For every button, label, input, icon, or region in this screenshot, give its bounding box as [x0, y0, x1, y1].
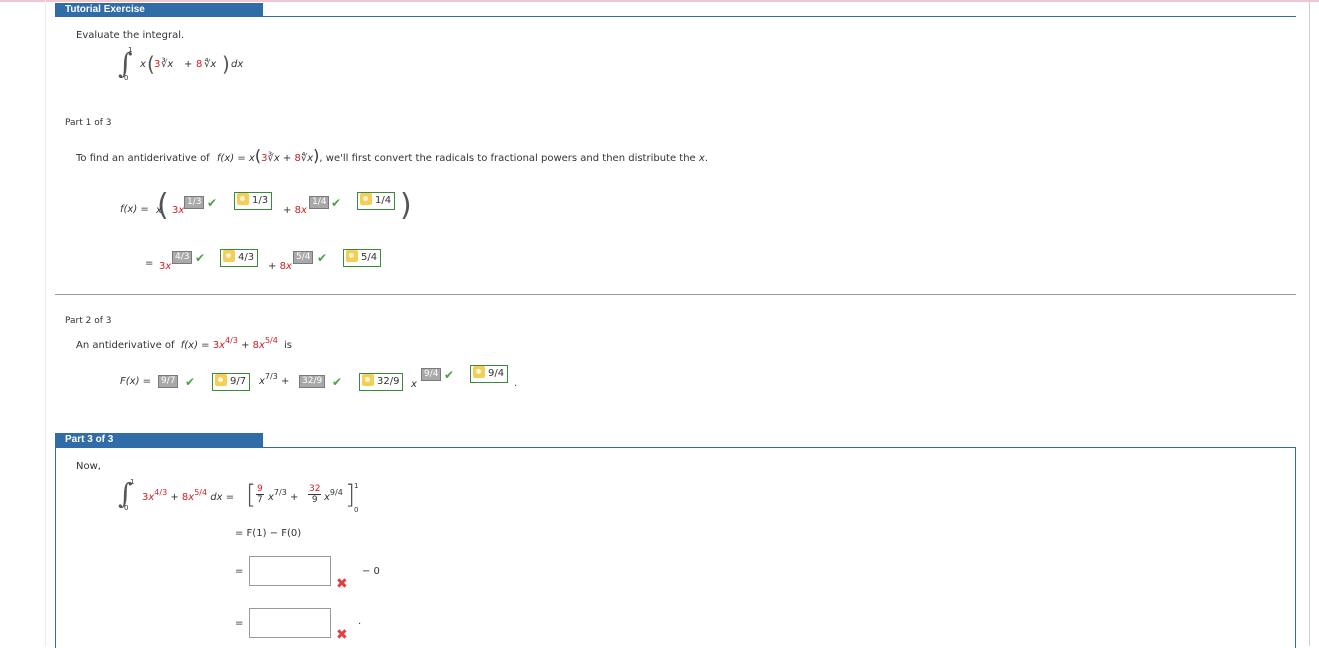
incorrect-x-icon: ✖: [336, 627, 348, 643]
period: .: [514, 378, 518, 389]
answer-input-1[interactable]: [249, 556, 331, 586]
part3-integral: ∫ 1 0 3x4/3 + 8x5/4 dx = [ 97 x7/3 + 32 9…: [118, 477, 359, 514]
coef-3: 3x: [172, 205, 185, 216]
answer-box-9-7[interactable]: 9/7: [158, 375, 179, 388]
correct-check-icon: ✔: [317, 251, 328, 265]
close-paren: ): [400, 188, 412, 223]
equals: =: [145, 258, 154, 269]
right-gutter-line: [1309, 0, 1310, 646]
left-gutter-line: [45, 0, 46, 646]
minus-zero: − 0: [362, 566, 380, 577]
key-icon: [237, 193, 249, 205]
answer-box-32-9[interactable]: 32/9: [299, 375, 326, 388]
key-icon: [215, 374, 227, 386]
part3-title: Part 3 of 3: [55, 433, 263, 447]
key-icon: [360, 193, 372, 205]
header-rule: [263, 16, 1296, 17]
correct-check-icon: ✔: [207, 196, 218, 210]
equals-2: =: [235, 618, 244, 629]
part2-title: Part 2 of 3: [65, 316, 112, 326]
period: .: [358, 616, 362, 627]
key-icon: [223, 250, 235, 262]
answer-key-5-4[interactable]: 5/4: [343, 249, 382, 267]
incorrect-x-icon: ✖: [336, 576, 348, 592]
correct-check-icon: ✔: [332, 375, 343, 389]
answer-key-32-9[interactable]: 32/9: [359, 373, 404, 391]
answer-key-9-4[interactable]: 9/4: [470, 365, 509, 383]
correct-check-icon: ✔: [195, 251, 206, 265]
answer-box-1-3[interactable]: 1/3: [184, 196, 205, 209]
x-var: x: [411, 379, 417, 390]
answer-box-4-3[interactable]: 4/3: [172, 251, 193, 264]
top-border: [0, 0, 1319, 2]
part1-fx-label: f(x) =: [120, 204, 149, 215]
part1-title: Part 1 of 3: [65, 118, 112, 128]
answer-key-9-7[interactable]: 9/7: [212, 373, 251, 391]
answer-key-1-3[interactable]: 1/3: [234, 192, 273, 210]
answer-box-1-4[interactable]: 1/4: [309, 196, 330, 209]
correct-check-icon: ✔: [331, 196, 342, 210]
key-icon: [473, 366, 485, 378]
plus-8x: + 8x: [283, 205, 307, 216]
answer-key-1-4[interactable]: 1/4: [357, 192, 396, 210]
part2-description: An antiderivative of f(x) = 3x4/3 + 8x5/…: [76, 336, 293, 351]
correct-check-icon: ✔: [444, 368, 455, 382]
key-icon: [362, 374, 374, 386]
answer-input-2[interactable]: [249, 608, 331, 638]
problem-prompt: Evaluate the integral.: [76, 30, 185, 41]
equals-1: =: [235, 566, 244, 577]
term-3x: 3x: [159, 261, 172, 272]
eval-line: = F(1) − F(0): [235, 528, 302, 539]
correct-check-icon: ✔: [185, 375, 196, 389]
answer-box-9-4[interactable]: 9/4: [421, 368, 442, 381]
part1-description: To find an antiderivative of f(x) = x(3∛…: [76, 146, 709, 165]
key-icon: [346, 250, 358, 262]
answer-box-5-4[interactable]: 5/4: [293, 251, 314, 264]
x-factor: x: [156, 205, 162, 216]
now-label: Now,: [76, 461, 101, 472]
answer-key-4-3[interactable]: 4/3: [220, 249, 259, 267]
plus-8x-2: + 8x: [268, 261, 292, 272]
part2-Fx-label: F(x) =: [120, 376, 152, 387]
problem-integral: ∫ 1 0 x ( 3 ∛x + 8 ∜x ) dx: [118, 46, 244, 82]
part-divider: [55, 294, 1296, 295]
tutorial-header: Tutorial Exercise: [55, 3, 263, 17]
x-power-7-3: x7/3 +: [259, 372, 290, 387]
